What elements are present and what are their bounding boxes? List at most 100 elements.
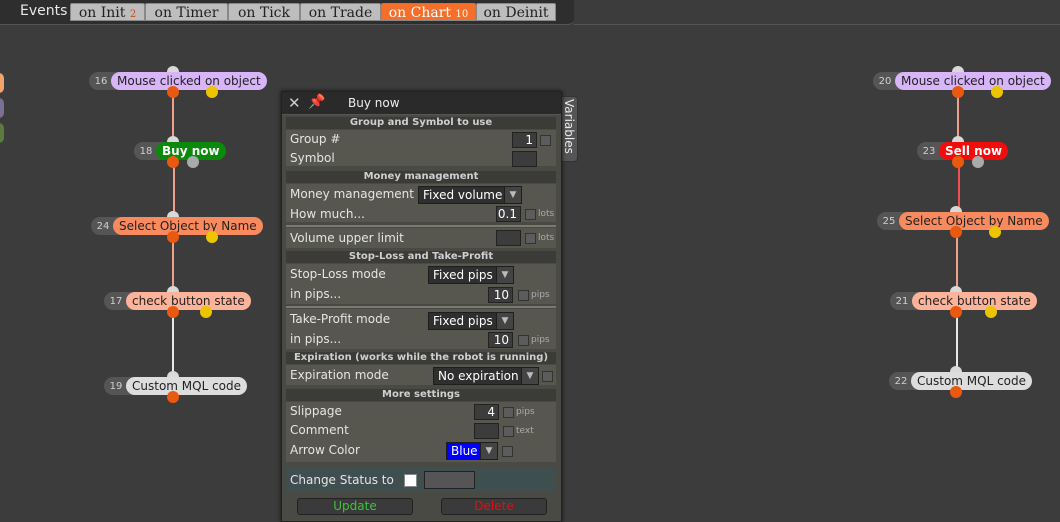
node-id: 16 (94, 75, 108, 87)
tab-label: on Tick (237, 5, 291, 21)
chevron-down-icon: ▼ (496, 267, 513, 283)
node-id: 17 (109, 295, 123, 307)
stop-loss-pips-checkbox[interactable] (518, 290, 529, 301)
panel-title: Buy now (348, 96, 400, 110)
stop-loss-mode-select[interactable]: Fixed pips ▼ (428, 266, 514, 284)
output-port[interactable] (952, 156, 964, 168)
stop-loss-pips-input[interactable]: 10 (488, 287, 513, 303)
select-value: Fixed pips (433, 268, 493, 282)
output-port[interactable] (167, 86, 179, 98)
node-id: 23 (922, 145, 936, 157)
change-status-input[interactable] (424, 471, 475, 489)
output-port[interactable] (950, 226, 962, 238)
stop-loss-pips-label: in pips... (290, 287, 342, 301)
node-id: 19 (109, 380, 123, 392)
unit-lots: lots (538, 209, 555, 219)
take-profit-pips-checkbox[interactable] (518, 335, 529, 346)
section-group-symbol: Group and Symbol to use (286, 117, 556, 129)
section-more-settings: More settings (286, 389, 556, 401)
take-profit-pips-label: in pips... (290, 332, 342, 346)
symbol-input[interactable] (512, 151, 537, 167)
how-much-checkbox[interactable] (525, 209, 536, 220)
tab-label: on Trade (308, 5, 373, 21)
output-port[interactable] (167, 156, 179, 168)
pin-icon[interactable]: 📌 (308, 94, 325, 110)
slippage-input[interactable]: 4 (474, 404, 499, 420)
variables-side-tab[interactable]: Variables (560, 96, 578, 162)
update-button[interactable]: Update (297, 498, 413, 515)
section-money-management: Money management (286, 171, 556, 183)
output-port[interactable] (950, 306, 962, 318)
comment-input[interactable] (474, 423, 499, 439)
group-label: Group # (290, 132, 341, 146)
delete-button[interactable]: Delete (441, 498, 547, 515)
alt-output-port[interactable] (206, 231, 218, 243)
expiration-checkbox[interactable] (542, 371, 553, 382)
connector-line (173, 160, 175, 216)
change-status-checkbox[interactable] (404, 474, 417, 487)
take-profit-mode-select[interactable]: Fixed pips ▼ (428, 312, 514, 330)
tab-on-trade[interactable]: on Trade (300, 3, 381, 21)
volume-upper-input[interactable] (496, 230, 521, 246)
block-properties-panel: ✕ 📌 Buy now Group and Symbol to use Grou… (281, 91, 562, 522)
output-port[interactable] (167, 231, 179, 243)
alt-output-port[interactable] (972, 156, 984, 168)
output-port[interactable] (167, 306, 179, 318)
alt-output-port[interactable] (991, 86, 1003, 98)
group-checkbox[interactable] (540, 135, 551, 146)
take-profit-pips-input[interactable]: 10 (488, 332, 513, 348)
how-much-input[interactable]: 0.1 (496, 206, 521, 222)
tab-label: on Deinit (483, 5, 549, 21)
tab-badge: 10 (455, 9, 469, 20)
section-stop-loss-take-profit: Stop-Loss and Take-Profit (286, 251, 556, 263)
event-tab-bar: Events on Init 2 on Timer on Tick on Tra… (0, 0, 574, 25)
alt-output-port[interactable] (989, 226, 1001, 238)
tab-label: on Timer (154, 5, 219, 21)
chevron-down-icon: ▼ (480, 443, 497, 459)
select-value: Fixed volume (423, 188, 503, 202)
node-label: check button state (912, 292, 1037, 310)
slippage-checkbox[interactable] (503, 407, 514, 418)
change-status-bar: Change Status to (286, 468, 556, 492)
panel-header: ✕ 📌 Buy now (282, 92, 561, 115)
node-label: check button state (126, 292, 251, 310)
connector-line (172, 310, 174, 376)
select-value: Blue (451, 444, 478, 458)
tab-on-init[interactable]: on Init 2 (70, 3, 145, 21)
tab-label: on Chart (388, 5, 452, 21)
node-label: Select Object by Name (899, 212, 1049, 230)
alt-output-port[interactable] (187, 156, 199, 168)
tab-label: on Init (78, 5, 126, 21)
node-id: 24 (96, 220, 110, 232)
offscreen-node-edge (0, 123, 4, 143)
take-profit-mode-label: Take-Profit mode (290, 312, 391, 326)
arrow-color-select[interactable]: Blue ▼ (446, 442, 498, 460)
section-expiration: Expiration (works while the robot is run… (286, 352, 556, 364)
tab-on-tick[interactable]: on Tick (228, 3, 300, 21)
expiration-mode-select[interactable]: No expiration ▼ (433, 367, 539, 385)
output-port[interactable] (167, 391, 179, 403)
volume-upper-checkbox[interactable] (525, 233, 536, 244)
connector-line (956, 230, 958, 290)
output-port[interactable] (952, 86, 964, 98)
money-management-label: Money management (290, 187, 414, 201)
tab-on-chart[interactable]: on Chart 10 (381, 3, 476, 21)
comment-checkbox[interactable] (503, 426, 514, 437)
tab-on-timer[interactable]: on Timer (145, 3, 228, 21)
chevron-down-icon: ▼ (504, 187, 521, 203)
node-label: Select Object by Name (113, 217, 263, 235)
connector-line (956, 310, 958, 370)
tab-on-deinit[interactable]: on Deinit (476, 3, 556, 21)
close-icon[interactable]: ✕ (288, 94, 301, 112)
group-input[interactable]: 1 (512, 132, 537, 148)
how-much-label: How much... (290, 207, 365, 221)
chevron-down-icon: ▼ (521, 368, 538, 384)
alt-output-port[interactable] (206, 86, 218, 98)
tab-bar-underline (574, 24, 1060, 25)
alt-output-port[interactable] (985, 306, 997, 318)
node-label: Custom MQL code (126, 377, 248, 395)
arrow-color-checkbox[interactable] (502, 446, 513, 457)
output-port[interactable] (950, 386, 962, 398)
money-management-select[interactable]: Fixed volume ▼ (418, 186, 522, 204)
alt-output-port[interactable] (200, 306, 212, 318)
